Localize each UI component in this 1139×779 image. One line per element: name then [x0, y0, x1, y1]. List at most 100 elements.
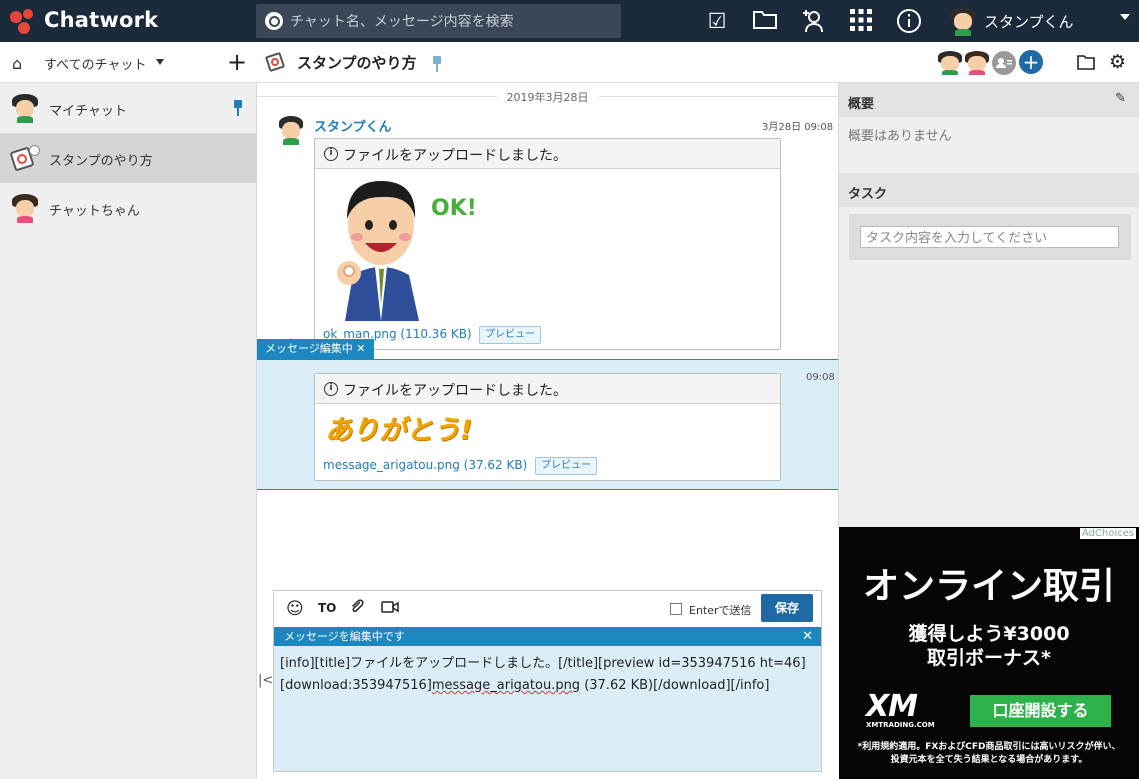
xm-logo: XM	[866, 689, 918, 724]
search-box[interactable]	[256, 4, 621, 38]
folder-icon[interactable]	[752, 8, 778, 34]
member-avatar[interactable]	[938, 51, 962, 76]
chat-filter-dropdown[interactable]: すべてのチャット	[44, 54, 146, 73]
text-segment: [download:353947516]	[280, 678, 432, 693]
info-circle-icon: i	[324, 147, 338, 161]
caret-down-icon[interactable]	[156, 59, 164, 65]
grid-apps-icon[interactable]	[848, 8, 874, 34]
emoji-icon[interactable]: ☺	[286, 599, 304, 619]
date-label: 2019年3月28日	[506, 91, 589, 104]
search-icon	[265, 12, 283, 30]
logo-mark-icon	[10, 9, 40, 35]
collapse-sidebar-icon[interactable]: |<	[258, 673, 273, 688]
preview-button[interactable]: プレビュー	[535, 457, 597, 475]
home-icon[interactable]: ⌂	[12, 54, 22, 73]
composer-toolbar: ☺ TO Enterで送信 保存	[274, 591, 821, 627]
pin-icon[interactable]	[233, 100, 243, 116]
task-input[interactable]	[860, 226, 1119, 248]
arigatou-stamp-image[interactable]: ありがとう!	[325, 410, 475, 452]
sidebar-room-chat-chan[interactable]: チャットちゃん	[0, 183, 257, 233]
message-timestamp: 3月28日 09:08	[762, 122, 834, 133]
xm-logo-subtext: XMTRADING.COM	[866, 721, 935, 729]
card-header: i ファイルをアップロードしました。	[315, 374, 780, 404]
card-title: ファイルをアップロードしました。	[343, 383, 567, 399]
room-label: チャットちゃん	[49, 204, 140, 219]
top-header: Chatwork ☑ スタンプくん	[0, 0, 1139, 42]
file-upload-card: i ファイルをアップロードしました。 ありがとう! message_arigat…	[314, 373, 781, 481]
chat-header: スタンプのやり方 + ⚙	[257, 42, 1139, 83]
settings-gear-icon[interactable]: ⚙	[1109, 52, 1129, 72]
editing-status-text: メッセージを編集中です	[284, 630, 405, 643]
editing-tag[interactable]: メッセージ編集中 ✕	[257, 339, 374, 359]
room-label: マイチャット	[49, 104, 127, 119]
preview-button[interactable]: プレビュー	[479, 326, 541, 344]
textarea-line: [info][title]ファイルをアップロードしました。[/title][pr…	[280, 656, 806, 671]
edit-pencil-icon[interactable]: ✎	[1115, 91, 1126, 106]
ok-stamp-text: OK!	[431, 196, 477, 221]
file-link[interactable]: message_arigatou.png (37.62 KB)	[323, 458, 527, 472]
card-header: i ファイルをアップロードしました。	[315, 139, 780, 169]
file-folder-icon[interactable]	[1077, 54, 1095, 70]
new-chat-plus-icon[interactable]: +	[227, 48, 247, 76]
member-list-icon[interactable]	[992, 51, 1016, 75]
search-input[interactable]	[290, 4, 610, 38]
file-upload-card: i ファイルをアップロードしました。 OK! ok_man.png (110.3…	[314, 138, 781, 350]
right-pane: 概要 ✎ 概要はありません タスク	[838, 83, 1139, 527]
user-menu[interactable]: スタンプくん	[950, 6, 1130, 36]
enter-to-send-checkbox[interactable]	[670, 603, 682, 615]
textarea-line: [download:353947516]message_arigatou.png…	[280, 675, 815, 697]
task-title: タスク	[848, 187, 888, 202]
message-timestamp: 09:08	[806, 372, 835, 383]
card-title: ファイルをアップロードしました。	[343, 148, 567, 164]
message-textarea[interactable]: [info][title]ファイルをアップロードしました。[/title][pr…	[274, 646, 821, 771]
info-circle-icon: i	[324, 382, 338, 396]
ad-headline: オンライン取引	[862, 566, 1115, 607]
sidebar-filter-bar: ⌂ すべてのチャット +	[0, 42, 257, 83]
to-button[interactable]: TO	[318, 601, 336, 615]
overview-title: 概要	[848, 97, 875, 112]
stamp-room-icon	[9, 145, 40, 172]
add-contact-icon[interactable]	[800, 8, 826, 34]
my-chat-avatar	[12, 94, 38, 123]
ad-disclaimer: *利用規約適用。FXおよびCFD商品取引には高いリスクが伴い、 投資元本を全て失…	[839, 741, 1139, 767]
ad-line: 取引ボーナス*	[927, 647, 1051, 669]
cancel-edit-icon[interactable]: ✕	[802, 627, 813, 646]
user-name: スタンプくん	[984, 13, 1074, 31]
member-avatar[interactable]	[965, 51, 989, 76]
sidebar: ⌂ すべてのチャット + マイチャット スタンプのやり方 チャットちゃん	[0, 42, 257, 779]
save-button[interactable]: 保存	[761, 594, 813, 622]
advertisement[interactable]: AdChoices オンライン取引 獲得しよう¥3000 取引ボーナス* XM …	[839, 527, 1139, 779]
overview-section-header: 概要 ✎	[839, 83, 1139, 117]
info-icon[interactable]	[896, 8, 922, 34]
sidebar-room-stamp-howto[interactable]: スタンプのやり方	[0, 133, 257, 183]
task-check-icon[interactable]: ☑	[704, 8, 730, 34]
task-input-box	[849, 214, 1131, 260]
disclaimer-line: *利用規約適用。FXおよびCFD商品取引には高いリスクが伴い、	[857, 742, 1121, 752]
room-title: スタンプのやり方	[297, 54, 417, 72]
enter-to-send-label[interactable]: Enterで送信	[689, 602, 752, 618]
adchoices-link[interactable]: AdChoices	[1079, 528, 1136, 539]
disclaimer-line: 投資元本を全て失う結果となる場合があります。	[890, 755, 1088, 765]
room-label: スタンプのやり方	[49, 154, 153, 169]
sender-name[interactable]: スタンプくん	[314, 116, 392, 135]
open-account-button[interactable]: 口座開設する	[970, 695, 1111, 727]
ad-line: 獲得しよう¥3000	[908, 623, 1070, 645]
spellcheck-word: message_arigatou.png	[431, 678, 581, 693]
sidebar-room-my-chat[interactable]: マイチャット	[0, 83, 257, 133]
message-composer: ☺ TO Enterで送信 保存 メッセージを編集中です ✕ [info][ti…	[273, 590, 822, 772]
attachment-icon[interactable]	[349, 598, 365, 618]
editing-status-bar: メッセージを編集中です ✕	[274, 627, 821, 646]
room-stamp-icon	[264, 51, 288, 73]
user-avatar	[950, 7, 976, 36]
video-call-icon[interactable]	[381, 600, 399, 618]
chevron-down-icon	[1120, 14, 1130, 20]
chatwork-logo[interactable]: Chatwork	[10, 6, 160, 36]
add-member-button[interactable]: +	[1019, 50, 1043, 74]
chat-chan-avatar	[12, 194, 38, 223]
ok-man-image[interactable]: OK!	[331, 175, 477, 321]
room-pin-icon[interactable]	[432, 56, 442, 72]
sender-avatar[interactable]	[279, 116, 303, 145]
overview-empty-text: 概要はありません	[848, 129, 952, 144]
task-section-header: タスク	[839, 173, 1139, 207]
text-segment: (37.62 KB)[/download][/info]	[580, 678, 770, 693]
